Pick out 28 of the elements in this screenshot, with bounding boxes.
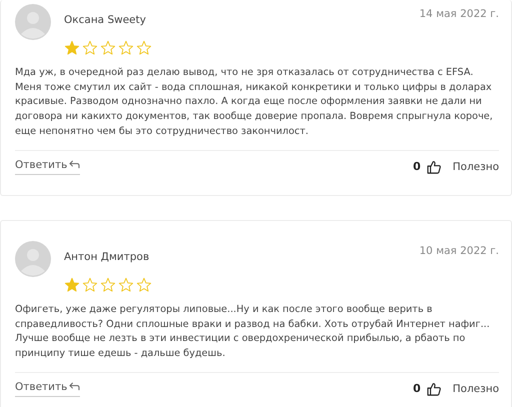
star-icon [136,277,152,293]
star-icon [118,277,134,293]
star-icon [82,40,98,56]
star-icon [64,277,80,293]
reply-link[interactable]: Ответить [15,158,80,175]
review-date: 10 мая 2022 г. [419,245,499,257]
review-text: Офигеть, уже даже регуляторы липовые...Ну и как после этого вообще верить в справедливость? Одни сплошные враки и развод на бабки. Хоть отрубай Интернет нафиг... Лучше вообще не лезть в эти инвестиции с овердохренической прибылью, а рбаоть по принципу тише едешь - дальше будешь. [15,303,499,373]
like-count: 0 [412,160,421,174]
star-icon [64,40,80,56]
author-name: Антон Дмитров [64,251,150,263]
star-icon [136,40,152,56]
star-icon [100,277,116,293]
reply-arrow-icon [69,160,80,170]
review-text: Мда уж, в очередной раз делаю вывод, что не зря отказалась от сотрудничества с EFSA. Меня тоже смутил их сайт - вода сплошная, никакой конкретики и только цифры в доларах красивые. Разводом однозначно пахло. А когда еще после оформления заявки не дали ни договора ни какихто документов, так вообще доверие пропала. Вовремя спрыгнула короче, еще непонятно чем бы это сотрудничество закончилост. [15,66,499,151]
avatar-icon [15,241,51,277]
author-name: Оксана Sweety [64,14,147,26]
review-date: 14 мая 2022 г. [419,8,499,20]
reply-arrow-icon [69,382,80,392]
helpful-label: Полезно [452,382,499,395]
avatar-icon [15,4,51,40]
star-icon [118,40,134,56]
thumbs-up-icon[interactable] [426,382,441,396]
reply-link[interactable]: Ответить [15,380,80,397]
helpful-label: Полезно [452,160,499,173]
like-count: 0 [412,382,421,396]
thumbs-up-icon[interactable] [426,160,441,174]
star-icon [100,40,116,56]
star-icon [82,277,98,293]
